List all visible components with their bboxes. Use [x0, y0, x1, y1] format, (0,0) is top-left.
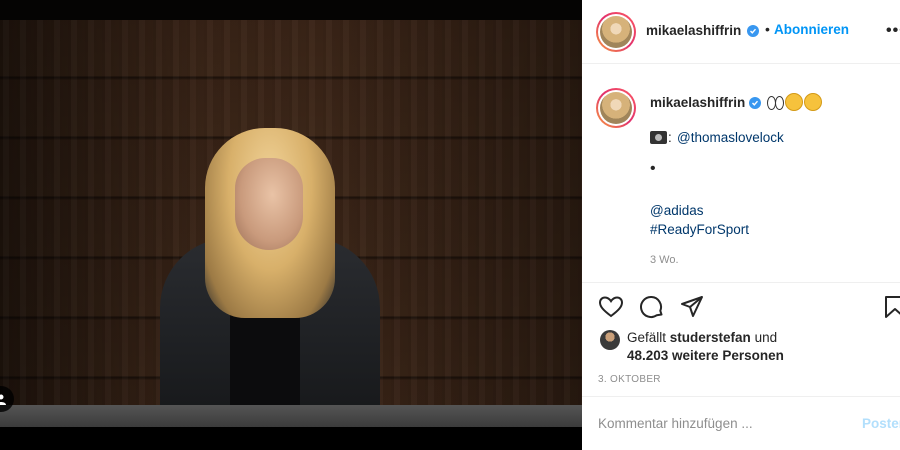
post-date[interactable]: 3. OKTOBER: [598, 374, 661, 385]
share-icon[interactable]: [679, 294, 705, 320]
comment-input[interactable]: [598, 412, 848, 434]
brand-mention-link[interactable]: @adidas: [650, 203, 704, 218]
caption-colon: :: [668, 130, 672, 145]
follow-button[interactable]: Abonnieren: [774, 22, 849, 37]
caption-emojis: [766, 93, 822, 111]
likes-count-link[interactable]: 48.203 weitere Personen: [627, 348, 784, 363]
photo-letterbox-bottom: [0, 427, 582, 450]
likes-connector: und: [750, 330, 778, 345]
caption-verified-badge-icon: [749, 97, 761, 109]
verified-badge-icon: [747, 25, 759, 37]
likes-summary: Gefällt studerstefan und 48.203 weitere …: [627, 329, 887, 365]
hashtag-link[interactable]: #ReadyForSport: [650, 222, 749, 237]
eyes-emoji-icon: [766, 93, 784, 111]
actions-divider: [582, 282, 900, 283]
author-username[interactable]: mikaelashiffrin: [646, 23, 741, 38]
caption-bullet: •: [650, 160, 656, 177]
camera-emoji-icon: [650, 131, 667, 144]
post-comment-button[interactable]: Posten: [862, 416, 900, 431]
thinking-emoji-icon: [785, 93, 803, 111]
post-image[interactable]: [0, 20, 582, 427]
user-icon: [0, 394, 6, 405]
post-photo-pane: [0, 0, 582, 450]
likes-prefix: Gefällt: [627, 330, 670, 345]
comment-divider: [582, 396, 900, 397]
liker-username-link[interactable]: studerstefan: [670, 330, 751, 345]
bookmark-icon[interactable]: [882, 294, 900, 320]
caption-timestamp[interactable]: 3 Wo.: [650, 254, 679, 266]
photo-letterbox-top: [0, 0, 582, 20]
post-header: mikaelashiffrin • Abonnieren •••: [582, 0, 900, 64]
stone-ledge: [0, 405, 582, 427]
liker-avatar[interactable]: [600, 330, 620, 350]
post-sidebar: mikaelashiffrin • Abonnieren ••• mikaela…: [582, 0, 900, 450]
photographer-mention-link[interactable]: @thomaslovelock: [677, 130, 784, 145]
author-avatar[interactable]: [596, 12, 636, 52]
header-separator: •: [765, 21, 770, 37]
subject-face: [235, 158, 303, 250]
more-options-button[interactable]: •••: [886, 22, 900, 40]
heart-icon[interactable]: [598, 294, 624, 320]
caption-username[interactable]: mikaelashiffrin: [650, 95, 745, 110]
sweat-smile-emoji-icon: [804, 93, 822, 111]
comment-icon[interactable]: [639, 294, 665, 320]
photo-subject: [150, 120, 390, 427]
caption-avatar[interactable]: [596, 88, 636, 128]
